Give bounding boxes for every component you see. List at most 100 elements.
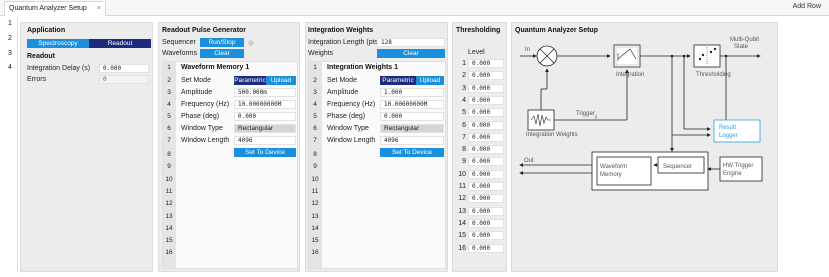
threshold-level-field[interactable]: 0.000 [468,169,504,179]
mode-upload[interactable]: Upload [266,76,296,85]
integration-delay-field[interactable]: 0.000 [99,64,149,73]
sequencer-label: Sequencer [663,164,692,170]
memory-label: Memory [600,172,622,178]
sub-row-number: 12 [165,200,173,207]
row-divider [17,17,18,273]
sub-row-number: 5 [313,113,317,120]
threshold-level-field[interactable]: 0.000 [468,218,504,228]
thresholding-title: Thresholding [456,27,501,34]
close-icon[interactable]: × [97,2,101,16]
waveform-label: Waveform [600,164,627,170]
window-length-label: Window Length [181,137,230,144]
threshold-level-field[interactable]: 0.000 [468,182,504,191]
set-mode-label: Set Mode [181,77,211,84]
sub-row-number: 14 [165,225,173,232]
threshold-level-field[interactable]: 0.000 [468,132,504,142]
amplitude-field[interactable]: 500.000m [234,88,296,97]
sub-row-number: 4 [167,101,171,108]
sub-row-number: 9 [313,163,317,170]
threshold-level-number: 11 [458,183,466,190]
sub-row-number: 1 [167,64,171,71]
waveforms-label: Waveforms [162,50,198,57]
row-number: 4 [8,64,12,71]
out-label: Out [524,158,534,164]
sub-row-number: 11 [165,188,173,195]
threshold-level-number: 9 [462,158,466,166]
integration-weights-subpanel: 1 2 3 4 5 6 7 8 9 10 11 12 13 14 15 16 I… [308,61,446,269]
threshold-level-number: 5 [462,109,466,117]
sub-row-number: 8 [167,151,171,158]
threshold-level-field[interactable]: 0.000 [468,231,504,241]
threshold-level-number: 16 [458,244,466,252]
sub-row-number: 15 [311,237,319,244]
amplitude-field[interactable]: 1.000 [380,88,444,97]
integration-title: Integration Weights [308,27,374,34]
threshold-level-field[interactable]: 0.000 [468,83,504,93]
threshold-level-field[interactable]: 0.000 [468,145,504,155]
in-label: In [525,47,530,53]
window-length-field[interactable]: 4096 [234,136,296,145]
thresholding-panel: Thresholding Level 1 0.000 2 0.000 3 0.000 4 0.… [452,22,507,272]
waveforms-clear-button[interactable]: Clear [200,49,244,58]
threshold-level-field[interactable]: 0.000 [468,206,504,216]
add-row-button[interactable]: Add Row [793,3,821,10]
sub-row-number: 3 [167,89,171,96]
threshold-level-number: 14 [458,219,466,227]
mode-parametric[interactable]: Parametric [380,76,416,85]
errors-label: Errors [27,76,47,83]
weights-label: Weights [308,50,334,57]
sub-row-number: 12 [311,200,319,207]
integration-delay-label: Integration Delay (s) [27,65,91,72]
threshold-level-field[interactable]: 0.000 [468,194,504,204]
tab-quantum-analyzer-setup[interactable]: Quantum Analyzer Setup × [4,1,106,16]
integration-length-field[interactable]: 128 [377,38,445,47]
phase-field[interactable]: 0.000 [380,112,444,121]
sub-row-number: 13 [165,213,173,220]
threshold-level-field[interactable]: 0.000 [468,243,504,253]
sub-row-number: 2 [167,77,171,84]
row-number: 3 [8,50,12,57]
sequencer-status-icon [248,40,254,46]
setup-diagram-panel: Quantum Analyzer Setup In Integration Th… [511,22,778,272]
frequency-field[interactable]: 10.00000000M [234,100,296,109]
mode-upload[interactable]: Upload [416,76,444,85]
sub-row-number: 2 [313,77,317,84]
readout-title: Readout [27,53,55,60]
row-number: 1 [8,20,12,27]
trigger-label: Trigger [576,111,595,117]
threshold-level-number: 7 [462,133,466,141]
phase-label: Phase (deg) [327,113,366,120]
row-number: 2 [8,35,12,42]
window-type-select[interactable]: Rectangular [380,124,444,133]
threshold-level-field[interactable]: 0.000 [468,71,504,81]
weights-clear-button[interactable]: Clear [377,49,445,58]
state-label: State [734,44,749,50]
sub-row-number: 7 [313,137,317,144]
frequency-field[interactable]: 10.00000000M [380,100,444,109]
mode-parametric[interactable]: Parametric [234,76,266,85]
amplitude-label: Amplitude [181,89,213,96]
integration-weights-title: Integration Weights 1 [327,64,399,71]
mode-readout[interactable]: Readout [89,39,151,48]
set-to-device-button[interactable]: Set To Device [234,148,296,157]
window-length-field[interactable]: 4096 [380,136,444,145]
threshold-level-field[interactable]: 0.000 [468,157,504,167]
threshold-level-field[interactable]: 0.000 [468,108,504,118]
threshold-level-field[interactable]: 0.000 [468,59,504,68]
window-type-select[interactable]: Rectangular [234,124,296,133]
set-to-device-button[interactable]: Set To Device [380,148,444,157]
window-type-label: Window Type [327,125,369,132]
thresholding-label: Thresholding [696,72,731,78]
run-stop-button[interactable]: Run/Stop [200,38,244,47]
frequency-label: Frequency (Hz) [327,101,376,108]
waveform-memory-block [596,156,652,186]
phase-field[interactable]: 0.000 [234,112,296,121]
threshold-level-field[interactable]: 0.000 [468,120,504,130]
threshold-level-field[interactable]: 0.000 [468,95,504,105]
threshold-level-number: 10 [458,170,466,178]
mode-spectroscopy[interactable]: Spectroscopy [27,39,89,48]
sub-row-number: 4 [313,101,317,108]
sub-row-number: 3 [313,89,317,96]
window-type-label: Window Type [181,125,223,132]
threshold-level-number: 8 [462,146,466,154]
